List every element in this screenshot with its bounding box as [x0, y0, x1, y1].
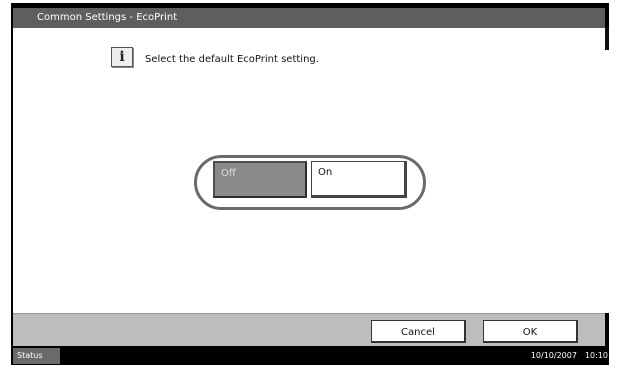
scroll-track — [605, 28, 609, 313]
status-date: 10/10/2007 — [530, 351, 577, 360]
on-option-button[interactable]: On — [311, 161, 407, 198]
scroll-thumb[interactable] — [605, 28, 609, 50]
cancel-button[interactable]: Cancel — [371, 320, 466, 343]
date-time-display: 10/10/2007 10:10 — [531, 348, 608, 364]
info-icon: i — [111, 47, 133, 67]
status-button[interactable]: Status — [13, 348, 60, 364]
status-bar — [11, 347, 609, 365]
instruction-message: Select the default EcoPrint setting. — [145, 54, 319, 65]
status-time: 10:10 — [584, 351, 608, 360]
window-title: Common Settings - EcoPrint — [13, 8, 605, 28]
off-option-button[interactable]: Off — [213, 161, 307, 198]
ok-button[interactable]: OK — [483, 320, 578, 343]
